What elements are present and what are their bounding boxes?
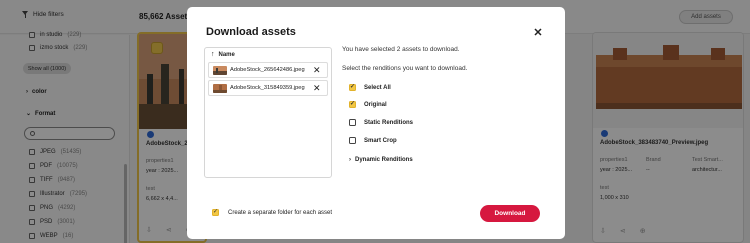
smart-crop-checkbox[interactable] [349, 137, 356, 144]
separate-folder-checkbox[interactable]: ✓ [212, 209, 219, 216]
file-name: AdobeStock_265642486.jpeg [230, 67, 305, 73]
option-label: Original [364, 101, 387, 108]
name-column-header[interactable]: ↑ Name [211, 51, 235, 58]
select-all-checkbox[interactable]: ✓ [349, 84, 356, 91]
option-label: Select All [364, 84, 391, 91]
option-label: Static Renditions [364, 119, 414, 126]
static-renditions-checkbox[interactable] [349, 119, 356, 126]
option-static-renditions[interactable]: Static Renditions [349, 119, 413, 126]
file-row: AdobeStock_315849359.jpeg ✕ [208, 80, 328, 96]
option-original[interactable]: ✓ Original [349, 101, 387, 108]
download-button[interactable]: Download [480, 205, 540, 222]
option-label: Smart Crop [364, 137, 397, 144]
selected-files-list: ↑ Name AdobeStock_265642486.jpeg ✕ Adobe… [204, 47, 332, 178]
dynamic-renditions-toggle[interactable]: › Dynamic Renditions [349, 157, 413, 163]
file-thumbnail [213, 84, 227, 93]
chevron-right-icon: › [349, 157, 351, 163]
dialog-title: Download assets [206, 26, 296, 38]
separate-folder-label: Create a separate folder for each asset [228, 209, 333, 216]
option-select-all[interactable]: ✓ Select All [349, 84, 391, 91]
file-row: AdobeStock_265642486.jpeg ✕ [208, 62, 328, 78]
selection-summary: You have selected 2 assets to download. [342, 46, 460, 53]
remove-file-icon[interactable]: ✕ [313, 82, 321, 94]
file-thumbnail [213, 66, 227, 75]
name-header-label: Name [218, 51, 235, 58]
file-name: AdobeStock_315849359.jpeg [230, 85, 305, 91]
separate-folder-option[interactable]: ✓ Create a separate folder for each asse… [212, 209, 332, 216]
dynamic-renditions-label: Dynamic Renditions [355, 157, 413, 163]
renditions-prompt: Select the renditions you want to downlo… [342, 65, 468, 72]
remove-file-icon[interactable]: ✕ [313, 64, 321, 76]
download-assets-dialog: Download assets ✕ ↑ Name AdobeStock_2656… [187, 7, 565, 239]
sort-arrow-up-icon: ↑ [211, 51, 215, 58]
option-smart-crop[interactable]: Smart Crop [349, 137, 397, 144]
original-checkbox[interactable]: ✓ [349, 101, 356, 108]
close-icon[interactable]: ✕ [531, 26, 545, 40]
